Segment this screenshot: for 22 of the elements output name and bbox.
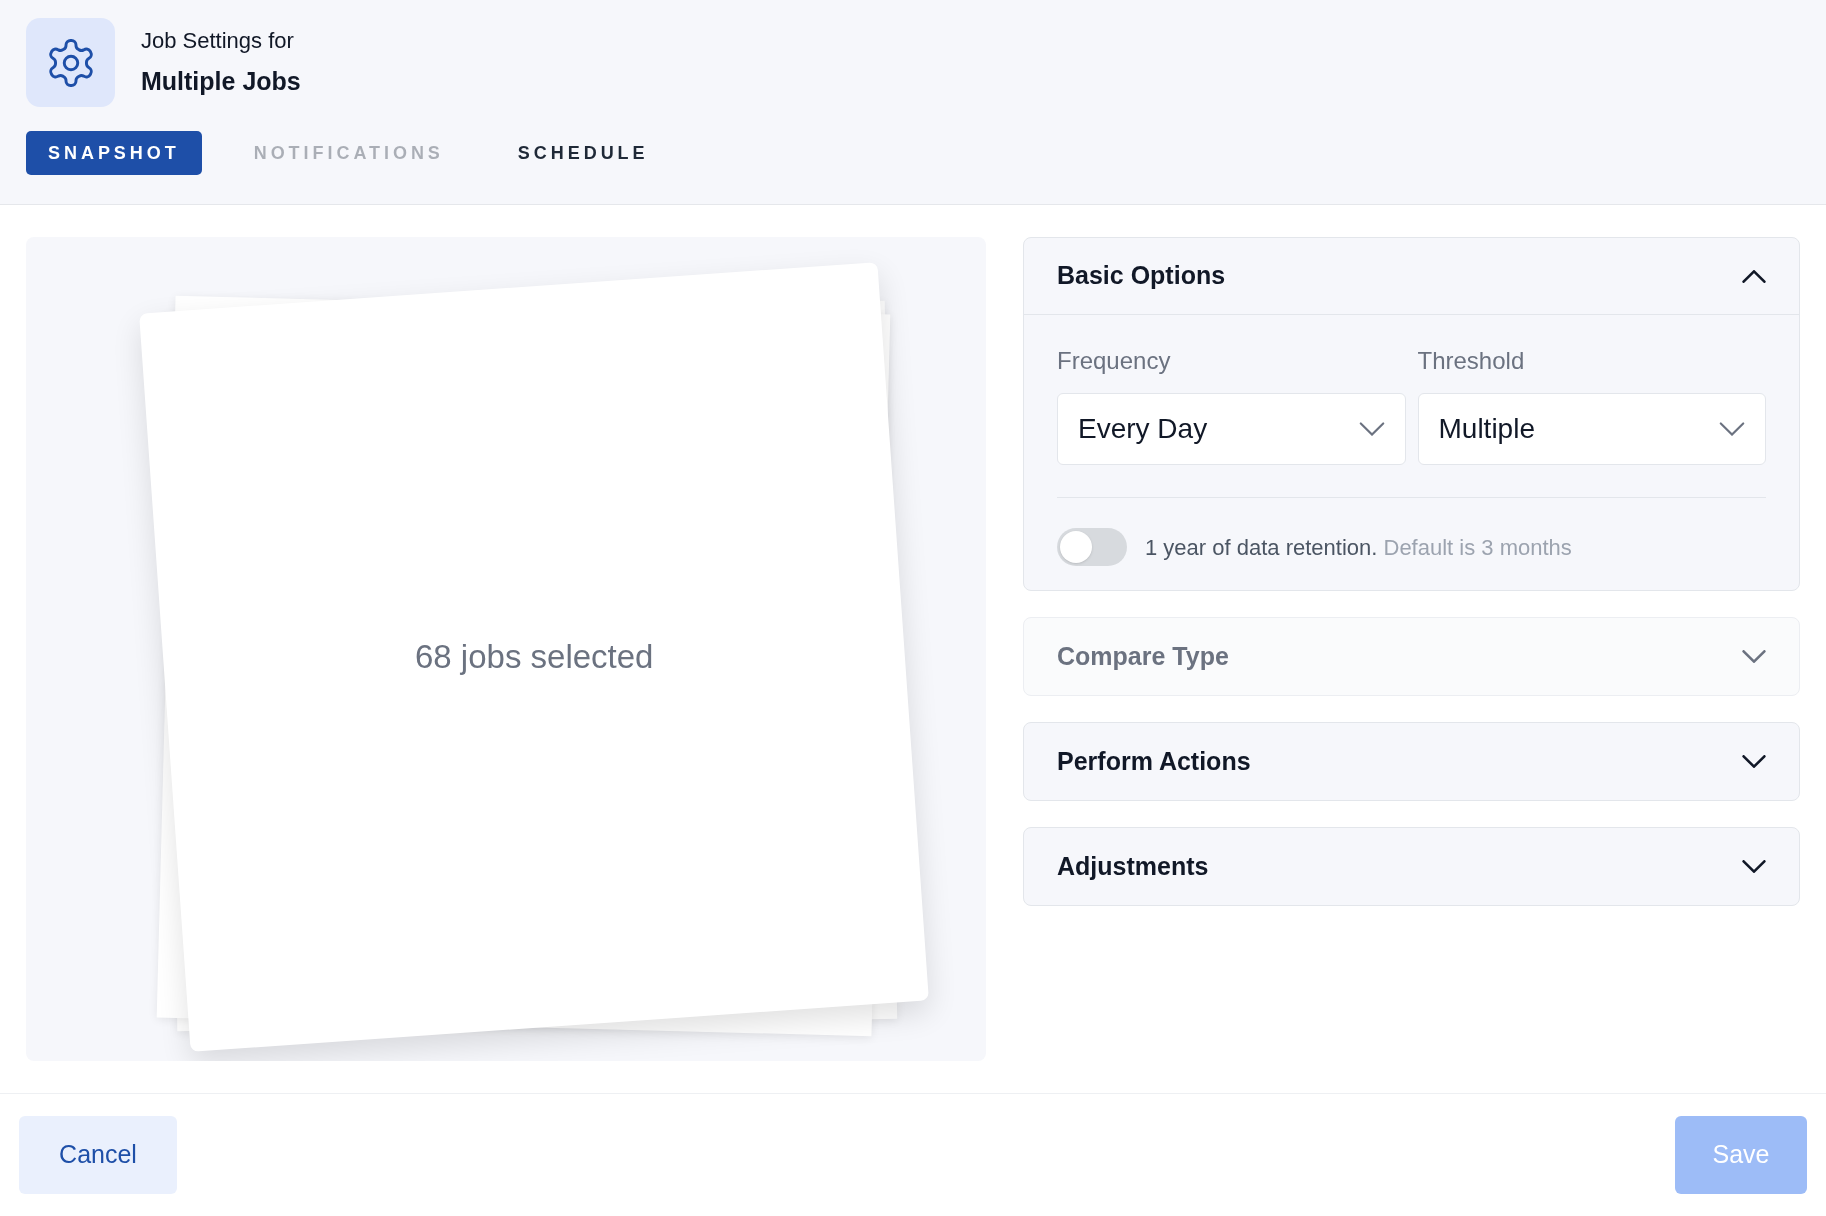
header-subtitle: Job Settings for xyxy=(141,27,295,56)
toggle-label: 1 year of data retention. Default is 3 months xyxy=(1145,533,1572,562)
chevron-up-icon xyxy=(1742,269,1766,283)
chevron-down-icon xyxy=(1358,422,1385,436)
chevron-down-icon xyxy=(1719,422,1745,436)
cancel-button[interactable]: Cancel xyxy=(19,1116,177,1194)
tab[interactable]: SNAPSHOT xyxy=(26,131,202,175)
settings-icon xyxy=(26,18,115,107)
field-label: Threshold xyxy=(1417,346,1526,376)
chevron-down-icon xyxy=(1742,755,1766,768)
select-field[interactable]: Multiple xyxy=(1417,393,1766,465)
tab[interactable]: SCHEDULE xyxy=(495,131,671,175)
accordion-header[interactable]: Perform Actions xyxy=(1024,723,1799,800)
accordion-header[interactable]: Basic Options xyxy=(1024,238,1799,315)
header-title: Multiple Jobs xyxy=(141,66,301,98)
toggle-switch[interactable] xyxy=(1057,528,1127,566)
field-label: Frequency xyxy=(1057,346,1172,376)
chevron-down-icon xyxy=(1742,860,1766,873)
selection-count: 68 jobs selected xyxy=(414,637,654,678)
accordion-header[interactable]: Adjustments xyxy=(1024,828,1799,905)
chevron-down-icon xyxy=(1742,650,1766,663)
select-field[interactable]: Every Day xyxy=(1057,393,1406,465)
